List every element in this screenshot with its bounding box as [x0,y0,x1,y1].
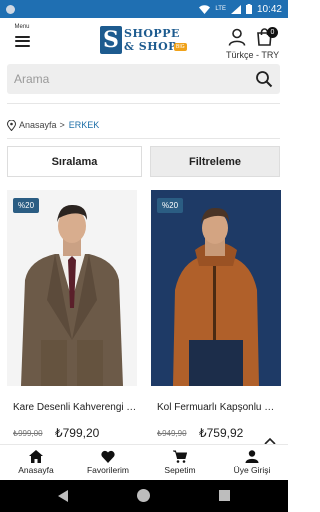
home-button-icon[interactable] [137,489,150,502]
product-name[interactable]: Kol Fermuarlı Kapşonlu Mont [157,402,281,413]
product-card[interactable]: %20 Kare Desenli Kahverengi Takım Elbise… [7,190,137,440]
product-name[interactable]: Kare Desenli Kahverengi Takım Elbise [13,402,137,413]
product-card[interactable]: %20 Kol Fermuarlı Kapşonlu Mont ₺949,90 … [151,190,281,440]
discount-badge: %20 [13,198,40,213]
nav-item-label: Favorilerim [86,465,130,475]
app-header: Menu S SHOPPE & SHOP BIG 0 Türkçe - TRY [0,18,288,64]
location-pin-icon [7,119,16,131]
nav-item-home[interactable]: Anasayfa [0,445,72,480]
home-icon [29,450,43,463]
breadcrumb: Anasayfa > ERKEK [7,118,99,132]
system-navigation-bar [0,480,288,512]
notification-dot-icon [6,4,15,14]
cart-count-badge: 0 [267,27,278,38]
sale-price: ₺759,92 [199,426,244,440]
sale-price: ₺799,20 [55,426,100,440]
menu-button[interactable]: Menu [10,24,34,54]
signal-icon [230,4,241,14]
product-image[interactable]: %20 [151,190,281,386]
nav-item-label: Üye Girişi [233,465,271,475]
sort-button[interactable]: Sıralama [7,146,142,177]
discount-badge: %20 [157,198,184,213]
hamburger-icon [14,33,30,49]
logo-mark: S [100,26,122,54]
nav-item-label: Anasayfa [18,465,54,475]
locale-selector[interactable]: Türkçe - TRY [226,50,279,60]
search-bar[interactable]: Arama [7,64,280,94]
nav-item-login[interactable]: Üye Girişi [216,445,288,480]
heart-icon [101,450,115,463]
search-icon[interactable] [255,70,273,88]
logo-tag: BIG [174,43,187,51]
nav-item-cart[interactable]: Sepetim [144,445,216,480]
breadcrumb-home[interactable]: Anasayfa [19,120,57,130]
old-price: ₺999,00 [13,429,43,438]
recent-apps-icon[interactable] [219,490,230,501]
wifi-icon [199,4,211,14]
bottom-navigation: Anasayfa Favorilerim Sepetim Üye Girişi [0,444,288,480]
breadcrumb-current[interactable]: ERKEK [69,120,100,130]
old-price: ₺949,90 [157,429,187,438]
nav-item-favorites[interactable]: Favorilerim [72,445,144,480]
account-icon[interactable] [228,28,246,46]
logo-line1: SHOPPE [124,27,180,40]
search-input[interactable]: Arama [14,72,49,86]
cart-icon [173,450,187,463]
status-bar: LTE 10:42 [0,0,288,18]
nav-item-label: Sepetim [164,465,196,475]
brand-logo[interactable]: S SHOPPE & SHOP BIG [100,26,192,56]
battery-icon [245,4,252,14]
divider [7,103,280,104]
filter-button[interactable]: Filtreleme [150,146,280,177]
product-image[interactable]: %20 [7,190,137,386]
lte-label: LTE [215,6,226,12]
divider [7,138,280,139]
menu-label: Menu [14,24,30,30]
back-icon[interactable] [58,490,69,502]
logo-line2: & SHOP [124,40,177,53]
breadcrumb-separator: > [59,120,65,130]
user-icon [245,450,259,463]
sort-filter-bar: Sıralama Filtreleme [7,146,280,177]
clock: 10:42 [256,3,282,15]
